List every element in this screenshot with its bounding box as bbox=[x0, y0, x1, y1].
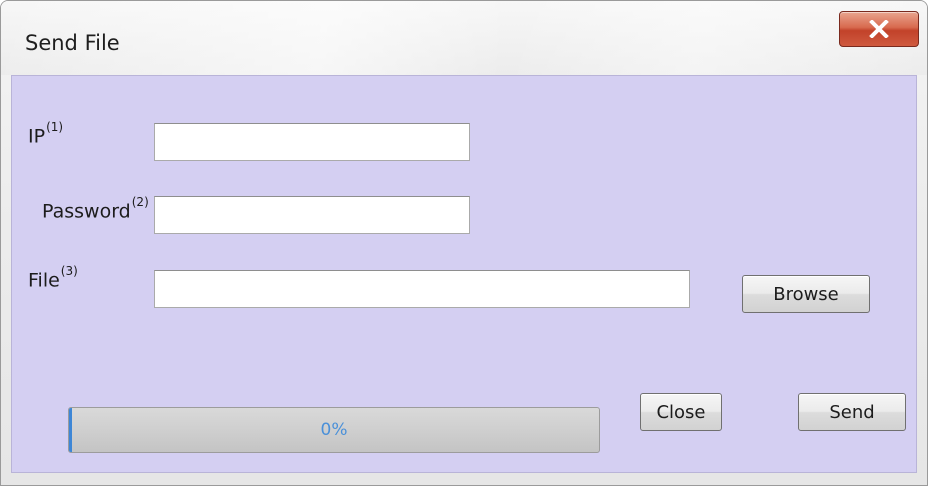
password-input[interactable] bbox=[154, 196, 470, 234]
window-title: Send File bbox=[25, 31, 120, 55]
browse-button[interactable]: Browse bbox=[742, 275, 870, 313]
password-label: Password(2) bbox=[42, 195, 149, 223]
ip-footnote: (1) bbox=[46, 120, 64, 134]
dialog-client-area: IP(1) Password(2) File(3) Browse 0% Clos… bbox=[11, 75, 917, 473]
password-label-text: Password bbox=[42, 200, 131, 223]
send-progress-bar: 0% bbox=[68, 407, 600, 453]
ip-label: IP(1) bbox=[28, 120, 63, 148]
file-path-input[interactable] bbox=[154, 270, 690, 308]
file-label: File(3) bbox=[28, 264, 78, 292]
password-footnote: (2) bbox=[131, 195, 149, 209]
progress-percent-label: 0% bbox=[320, 420, 348, 440]
ip-input[interactable] bbox=[154, 123, 470, 161]
window-close-button[interactable] bbox=[839, 11, 919, 47]
close-x-icon bbox=[869, 20, 889, 38]
close-button[interactable]: Close bbox=[640, 393, 722, 431]
title-bar[interactable]: Send File bbox=[1, 1, 927, 75]
file-label-text: File bbox=[28, 269, 60, 292]
send-button[interactable]: Send bbox=[798, 393, 906, 431]
file-footnote: (3) bbox=[60, 264, 78, 278]
ip-label-text: IP bbox=[28, 125, 46, 148]
send-file-dialog: Send File IP(1) Password(2) File(3) Brow… bbox=[0, 0, 928, 486]
